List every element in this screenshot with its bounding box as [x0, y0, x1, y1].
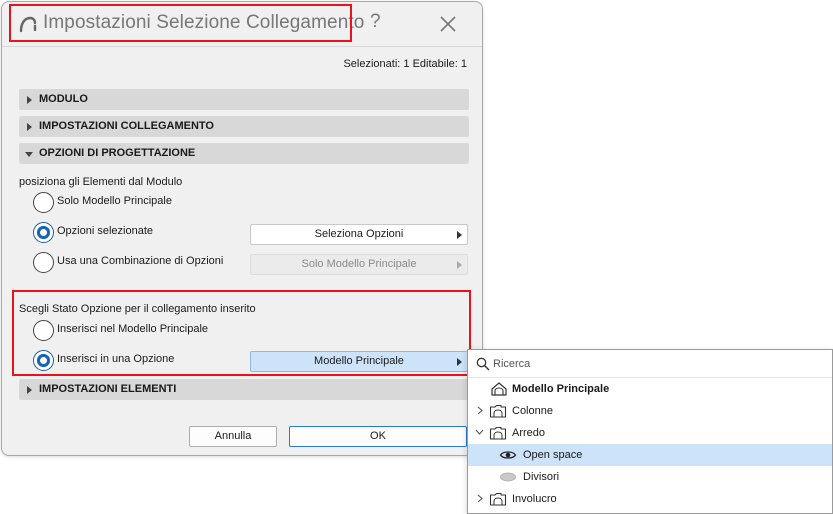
radio-button[interactable] [33, 192, 54, 213]
folder-icon [489, 426, 507, 440]
option-dropdown-menu: Modello Principale Colonne Arredo Open s… [467, 349, 833, 514]
folder-icon [489, 404, 507, 418]
tree-item-involucro[interactable]: Involucro [468, 488, 832, 510]
tree-item-open-space[interactable]: Open space [468, 444, 832, 466]
state-highlight-outline [12, 290, 471, 376]
tree-item-label: Colonne [512, 405, 553, 417]
tree-item-arredo[interactable]: Arredo [468, 422, 832, 444]
radio-button[interactable] [33, 252, 54, 273]
section-opzioni-progettazione[interactable]: OPZIONI DI PROGETTAZIONE [19, 143, 469, 164]
search-icon [476, 357, 490, 371]
arrow-right-icon [457, 231, 462, 239]
section-label: IMPOSTAZIONI ELEMENTI [39, 383, 177, 395]
chevron-down-icon[interactable] [475, 428, 484, 436]
arrow-right-icon [457, 261, 462, 269]
tree-item-label: Involucro [512, 493, 557, 505]
tree-item-modello-principale[interactable]: Modello Principale [468, 378, 832, 400]
ok-button[interactable]: OK [289, 426, 467, 447]
radio-button-checked[interactable] [33, 222, 54, 243]
chevron-right-icon[interactable] [476, 406, 484, 415]
link-selection-settings-dialog: Impostazioni Selezione Collegamento ? Se… [1, 1, 483, 456]
radio-label: Opzioni selezionate [57, 225, 154, 237]
position-group-label: posiziona gli Elementi dal Modulo [19, 176, 183, 188]
button-label: Solo Modello Principale [301, 258, 417, 270]
collapse-arrow-icon [25, 152, 33, 157]
search-row [468, 350, 832, 378]
title-separator [2, 46, 482, 47]
tree-item-label: Arredo [512, 427, 546, 439]
cancel-button[interactable]: Annulla [189, 426, 277, 447]
section-label: IMPOSTAZIONI COLLEGAMENTO [39, 120, 214, 132]
tree-item-divisori[interactable]: Divisori [468, 466, 832, 488]
hidden-option-icon [500, 472, 516, 482]
tree-item-label: Open space [523, 449, 583, 461]
section-label: MODULO [39, 93, 88, 105]
title-bar: Impostazioni Selezione Collegamento ? [2, 2, 482, 44]
section-modulo[interactable]: MODULO [19, 89, 469, 110]
selection-info: Selezionati: 1 Editabile: 1 [343, 58, 467, 70]
house-icon [491, 382, 507, 396]
close-icon[interactable] [438, 14, 458, 34]
expand-arrow-icon [27, 386, 32, 394]
radio-label: Usa una Combinazione di Opzioni [57, 255, 224, 267]
section-label: OPZIONI DI PROGETTAZIONE [39, 147, 196, 159]
tree-item-label: Divisori [523, 471, 560, 483]
chevron-right-icon[interactable] [476, 494, 484, 503]
search-input[interactable] [493, 354, 793, 374]
radio-label: Solo Modello Principale [57, 195, 172, 207]
seleziona-opzioni-button[interactable]: Seleziona Opzioni [250, 224, 468, 245]
expand-arrow-icon [27, 96, 32, 104]
eye-icon [499, 451, 517, 459]
tree-item-colonne[interactable]: Colonne [468, 400, 832, 422]
section-impostazioni-collegamento[interactable]: IMPOSTAZIONI COLLEGAMENTO [19, 116, 469, 137]
help-button[interactable]: ? [370, 11, 381, 33]
button-label: Seleziona Opzioni [314, 228, 404, 240]
combination-popup-button: Solo Modello Principale [250, 254, 468, 275]
folder-icon [489, 492, 507, 506]
title-highlight-outline [9, 4, 352, 42]
section-impostazioni-elementi[interactable]: IMPOSTAZIONI ELEMENTI [19, 379, 469, 400]
tree-item-label: Modello Principale [512, 383, 610, 395]
expand-arrow-icon [27, 123, 32, 131]
